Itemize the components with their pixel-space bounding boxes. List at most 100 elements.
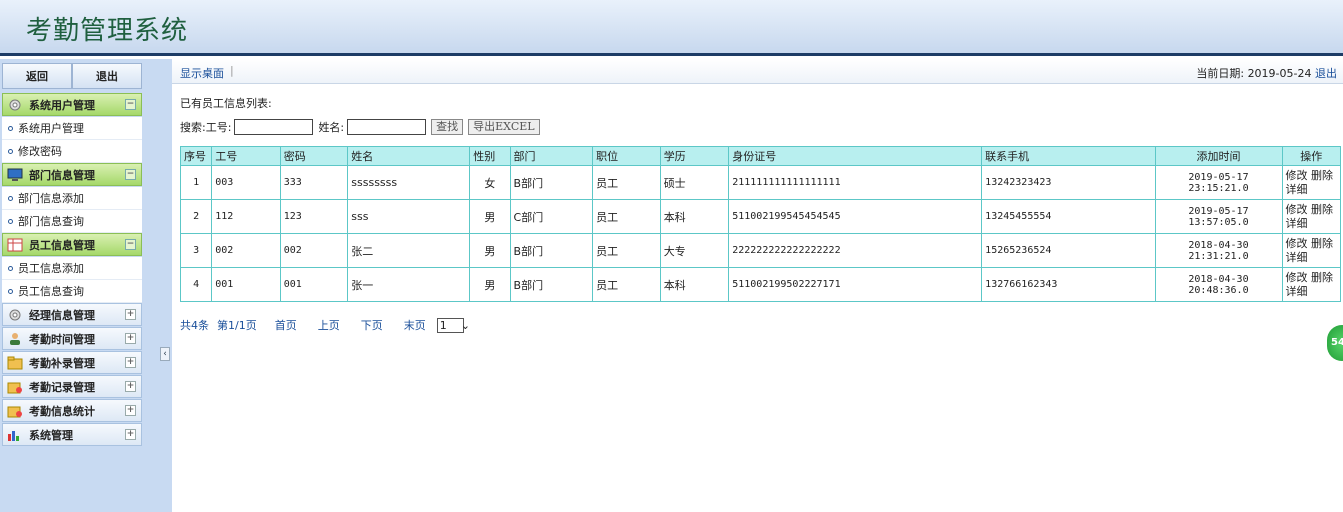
table-cell: 132766162343	[981, 267, 1156, 302]
table-header-row: 序号 工号 密码 姓名 性别 部门 职位 学历 身份证号 联系手机 添加时间 操作	[179, 146, 1341, 166]
table-cell: 1	[179, 165, 213, 200]
row-actions: 修改 删除 详细	[1281, 199, 1341, 234]
table-cell: 511002199502227171	[728, 267, 983, 302]
sidebar-item[interactable]: 系统用户管理	[2, 117, 142, 140]
page-select-value: 1	[439, 318, 447, 332]
bullet-icon	[8, 288, 13, 294]
delete-link[interactable]: 删除	[1311, 271, 1333, 284]
sidebar-group-5[interactable]: 考勤补录管理 +	[2, 351, 142, 374]
employee-id-input[interactable]	[234, 119, 314, 135]
pager-next-link[interactable]: 下页	[361, 317, 383, 333]
table-cell: 2	[179, 199, 213, 234]
sidebar-item[interactable]: 部门信息查询	[2, 210, 142, 233]
bullet-icon	[8, 195, 13, 201]
table-cell: 本科	[659, 267, 730, 302]
edit-link[interactable]: 修改	[1286, 237, 1308, 250]
export-excel-button[interactable]: 导出EXCEL	[468, 119, 540, 135]
sidebar-menu: 返回 退出 系统用户管理 − 系统用户管理 修改密码 部门信息管理 − 部门信息添加 部门信息…	[2, 63, 142, 447]
bullet-icon	[8, 125, 13, 131]
sidebar-item[interactable]: 修改密码	[2, 140, 142, 163]
table-cell: 002	[211, 233, 281, 268]
detail-link[interactable]: 详细	[1286, 251, 1308, 264]
app-title: 考勤管理系统	[26, 16, 189, 46]
table-cell: 002	[279, 233, 349, 268]
pager-page: 第1/1页	[217, 319, 257, 332]
employee-name-input[interactable]	[347, 119, 427, 135]
row-actions: 修改 删除 详细	[1281, 165, 1341, 200]
detail-link[interactable]: 详细	[1286, 217, 1308, 230]
column-header: 部门	[509, 146, 594, 166]
column-header: 序号	[179, 146, 213, 166]
pager-prev-link[interactable]: 上页	[318, 317, 340, 333]
table-cell: 003	[211, 165, 281, 200]
table-cell: 211111111111111111	[728, 165, 983, 200]
bullet-icon	[8, 148, 13, 154]
table-cell: 本科	[659, 199, 730, 234]
sidebar-group-2[interactable]: 员工信息管理 −	[2, 233, 142, 256]
table-row: 1 003 333 ssssssss 女 B部门 员工 硕士 21111111111111111…	[179, 165, 1341, 200]
column-header: 身份证号	[728, 146, 983, 166]
sidebar-group-3[interactable]: 经理信息管理 +	[2, 303, 142, 326]
edit-link[interactable]: 修改	[1286, 271, 1308, 284]
back-button[interactable]: 返回	[2, 63, 72, 89]
table-cell: 112	[211, 199, 281, 234]
table-icon	[7, 238, 23, 252]
expand-icon[interactable]: +	[125, 357, 136, 368]
expand-icon[interactable]: +	[125, 333, 136, 344]
bullet-icon	[8, 265, 13, 271]
sidebar-group-6[interactable]: 考勤记录管理 +	[2, 375, 142, 398]
expand-icon[interactable]: +	[125, 309, 136, 320]
sidebar-item[interactable]: 员工信息查询	[2, 280, 142, 303]
edit-link[interactable]: 修改	[1286, 169, 1308, 182]
sidebar-group-7[interactable]: 考勤信息统计 +	[2, 399, 142, 422]
employee-id-label: 工号:	[205, 121, 232, 134]
edit-link[interactable]: 修改	[1286, 203, 1308, 216]
delete-link[interactable]: 删除	[1311, 203, 1333, 216]
pager-total: 共4条	[180, 319, 209, 332]
column-header: 职位	[592, 146, 661, 166]
sidebar-item-label: 系统用户管理	[18, 122, 84, 135]
pager-last-link[interactable]: 末页	[404, 317, 426, 333]
sidebar-item[interactable]: 部门信息添加	[2, 187, 142, 210]
breadcrumb-home-link[interactable]: 显示桌面	[180, 65, 224, 81]
expand-icon[interactable]: +	[125, 429, 136, 440]
sidebar-group-label: 经理信息管理	[29, 308, 95, 322]
sidebar-item[interactable]: 员工信息添加	[2, 257, 142, 280]
sidebar-collapse-arrow-icon[interactable]: ‹	[160, 347, 170, 361]
find-button[interactable]: 查找	[431, 119, 464, 135]
collapse-icon[interactable]: −	[125, 239, 136, 250]
collapse-icon[interactable]: −	[125, 99, 136, 110]
detail-link[interactable]: 详细	[1286, 183, 1308, 196]
table-cell: 员工	[592, 165, 661, 200]
expand-icon[interactable]: +	[125, 381, 136, 392]
expand-icon[interactable]: +	[125, 405, 136, 416]
table-cell: 男	[469, 233, 511, 268]
table-cell: 4	[179, 267, 213, 302]
logout-button[interactable]: 退出	[72, 63, 142, 89]
table-cell: 2019-05-17 23:15:21.0	[1154, 165, 1283, 200]
collapse-icon[interactable]: −	[125, 169, 136, 180]
delete-link[interactable]: 删除	[1311, 169, 1333, 182]
sidebar-group-label: 部门信息管理	[29, 168, 95, 182]
sidebar-group-8[interactable]: 系统管理 +	[2, 423, 142, 446]
breadcrumb-separator: |	[230, 64, 234, 77]
sidebar-group-label: 系统用户管理	[29, 98, 95, 112]
pager-first-link[interactable]: 首页	[275, 317, 297, 333]
delete-link[interactable]: 删除	[1311, 237, 1333, 250]
page-select[interactable]: 1 ⌄	[436, 317, 470, 333]
sidebar-group-0[interactable]: 系统用户管理 −	[2, 93, 142, 116]
sidebar-item-label: 部门信息添加	[18, 192, 84, 205]
header-logout-link[interactable]: 退出	[1315, 67, 1337, 80]
detail-link[interactable]: 详细	[1286, 285, 1308, 298]
row-actions: 修改 删除 详细	[1281, 267, 1341, 302]
sidebar-group-4[interactable]: 考勤时间管理 +	[2, 327, 142, 350]
table-cell: B部门	[509, 165, 594, 200]
table-cell: 13245455554	[981, 199, 1156, 234]
app-header: 考勤管理系统	[0, 0, 1343, 56]
sidebar-group-label: 考勤时间管理	[29, 332, 95, 346]
chevron-down-icon: ⌄	[460, 318, 470, 332]
table-cell: 女	[469, 165, 511, 200]
current-date: 当前日期: 2019-05-24 退出	[1196, 65, 1337, 81]
sidebar-top-buttons: 返回 退出	[2, 63, 142, 89]
sidebar-group-1[interactable]: 部门信息管理 −	[2, 163, 142, 186]
